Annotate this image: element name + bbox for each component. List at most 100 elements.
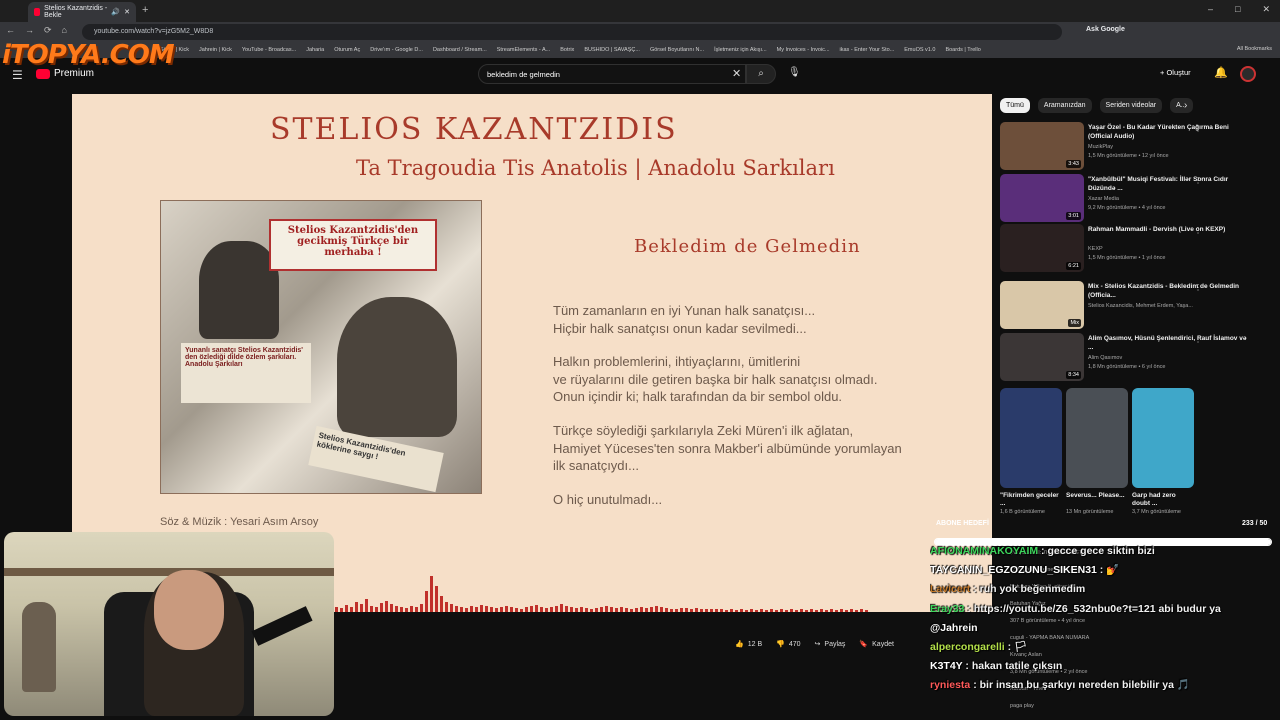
channel-name[interactable]: Stelios Kazancidis, Mehmet Erdem, Yaşa..… [1088,303,1193,309]
filter-chip[interactable]: A... [1170,98,1193,113]
share-button[interactable]: ↪ Paylaş [815,640,846,649]
reload-button[interactable]: ⟳ [44,25,52,36]
save-label: Kaydet [872,640,894,648]
minimize-button[interactable]: – [1208,4,1213,15]
bookmark-item[interactable]: BUSHIDO | SAVAŞÇ... [584,47,640,53]
create-button[interactable]: + Oluştur [1160,68,1191,77]
video-thumbnail[interactable]: 3:43 [1000,122,1084,170]
rec-video-item[interactable]: 6:21 Rahman Mammadli - Dervish (Live on K… [1000,224,1270,274]
avatar[interactable] [1240,66,1256,82]
close-window-button[interactable]: ✕ [1262,4,1270,15]
bookmark-item[interactable]: Jaharia [306,47,324,53]
video-title[interactable]: Yaşar Özel - Bu Kadar Yürekten Çağırma B… [1088,124,1248,141]
filter-chip[interactable]: Tümü [1000,98,1030,113]
video-title[interactable]: Mix - Stelios Kazantzidis - Bekledim de … [1088,283,1248,300]
bookmark-item[interactable]: Jahrein | Kick [199,47,232,53]
channel-name[interactable]: Alim Qasımov [1088,355,1122,361]
chat-message: Eray33 : https://youtu.be/Z6_532nbu0e?t=… [930,600,1274,619]
chat-username[interactable]: @Jahrein [930,622,978,634]
subscriber-goal-count: 233 / 50 [1242,520,1268,527]
video-thumbnail[interactable]: 3:01 [1000,174,1084,222]
visualizer-bar [735,610,738,612]
like-button[interactable]: 👍 12 B [735,640,762,649]
chat-username[interactable]: K3T4Y [930,660,963,672]
visualizer-bar [640,607,643,612]
visualizer-bar [790,609,793,612]
video-title[interactable]: Rahman Mammadli - Dervish (Live on KEXP) [1088,226,1248,235]
bookmark-item[interactable]: Boards | Trello [945,47,980,53]
short-thumbnail[interactable] [1066,388,1128,488]
rec-video-item[interactable]: 3:01 "Xanbülbül" Musiqi Festivalı: İllər … [1000,174,1270,224]
short-thumbnail[interactable] [1132,388,1194,488]
short-title[interactable]: "Fikrimden geceler ... [1000,492,1062,508]
chat-username[interactable]: AFIONAMINAKOYAIM [930,545,1038,557]
channel-name[interactable]: KEXP [1088,246,1103,252]
back-button[interactable]: ← [6,25,15,36]
notifications-bell-icon[interactable]: 🔔 [1214,66,1228,79]
chat-username[interactable]: TAYCANIN_EGZOZUNU_SIKEN31 [930,564,1097,576]
save-button[interactable]: 🔖 Kaydet [859,640,894,649]
more-options-icon[interactable]: ⋮ [1194,335,1202,344]
short-title[interactable]: Severus... Please... [1066,492,1128,500]
video-thumbnail[interactable]: Mix [1000,281,1084,329]
chat-username[interactable]: ryniesta [930,679,970,691]
more-options-icon[interactable]: ⋮ [1194,124,1202,133]
home-button[interactable]: ⌂ [62,25,67,36]
visualizer-bar [400,607,403,612]
more-options-icon[interactable]: ⋮ [1194,226,1202,235]
chat-username[interactable]: Lavicert [930,583,970,595]
bookmark-item[interactable]: My Invoices - Invoic... [777,47,830,53]
filter-chip[interactable]: Seriden videolar [1099,98,1163,113]
visualizer-bar [600,607,603,612]
url-field[interactable]: youtube.com/watch?v=jzG5M2_W8D8 [82,24,1062,40]
chat-username[interactable]: Eray33 [930,603,964,615]
dislike-button[interactable]: 👎 470 [776,640,800,649]
maximize-button[interactable]: □ [1235,4,1240,15]
bookmark-item[interactable]: Botrix [560,47,574,53]
short-thumbnail[interactable] [1000,388,1062,488]
rec-video-item[interactable]: 8:34 Alim Qasımov, Hüsnü Şenlendirici, Ra… [1000,333,1270,383]
bookmark-item[interactable]: YouTube - Broadcas... [242,47,296,53]
visualizer-bar [460,607,463,612]
browser-tab[interactable]: Stelios Kazantzidis - Bekle 🔊 ✕ [28,2,136,22]
microphone-icon[interactable]: 🎙 [788,67,801,78]
chat-username[interactable]: alpercongarelli [930,641,1005,653]
video-title[interactable]: "Xanbülbül" Musiqi Festivalı: İllər Sonr… [1088,176,1248,193]
visualizer-bar [555,606,558,612]
short-title[interactable]: Garp had zero doubt ... [1132,492,1194,508]
microphone-arm [251,606,313,646]
more-options-icon[interactable]: ⋮ [1194,176,1202,185]
visualizer-bar [490,607,493,612]
channel-name[interactable]: MuzikPlay [1088,144,1113,150]
menu-icon[interactable]: ☰ [12,68,23,82]
forward-button[interactable]: → [25,25,34,36]
more-options-icon[interactable]: ⋮ [1194,283,1202,292]
video-thumbnail[interactable]: 8:34 [1000,333,1084,381]
rec-video-item[interactable]: 3:43 Yaşar Özel - Bu Kadar Yürekten Çağır… [1000,122,1270,172]
bookmark-item[interactable]: İşletmeniz için Akışı... [714,47,767,53]
ask-google-button[interactable]: Ask Google [1086,26,1125,33]
audio-icon[interactable]: 🔊 [111,8,120,16]
chevron-right-icon[interactable]: › [1184,100,1187,111]
chat-message: AFIONAMINAKOYAIM : gecce gece siktin biz… [930,542,1274,561]
clear-search-icon[interactable]: ✕ [732,67,741,80]
video-thumbnail[interactable]: 6:21 [1000,224,1084,272]
search-button[interactable]: ⌕ [746,64,776,84]
all-bookmarks-button[interactable]: All Bookmarks [1237,46,1272,52]
bookmark-item[interactable]: Oturum Aç [334,47,360,53]
bookmark-item[interactable]: StreamElements - A... [497,47,551,53]
bookmark-item[interactable]: EmuOS v1.0 [904,47,935,53]
bookmark-item[interactable]: Dashboard / Stream... [433,47,487,53]
video-title[interactable]: Alim Qasımov, Hüsnü Şenlendirici, Rauf İ… [1088,335,1248,352]
rec-video-item[interactable]: Mix Mix - Stelios Kazantzidis - Bekledim … [1000,281,1270,331]
filter-chip[interactable]: Aramanızdan [1037,98,1092,113]
bookmark-item[interactable]: ikas - Enter Your Sto... [840,47,895,53]
bookmark-item[interactable]: Görsel Boyutlarını N... [650,47,704,53]
video-paragraph-2: Halkın problemlerini, ihtiyaçlarını, ümi… [553,353,877,406]
close-tab-icon[interactable]: ✕ [124,8,130,16]
new-tab-button[interactable]: + [142,4,148,16]
text-line: Tüm zamanların en iyi Yunan halk sanatçı… [553,303,816,318]
search-input[interactable]: bekledim de gelmedin [478,64,746,84]
channel-name[interactable]: Xazar Media [1088,196,1119,202]
bookmark-item[interactable]: Drive'ım - Google D... [370,47,423,53]
